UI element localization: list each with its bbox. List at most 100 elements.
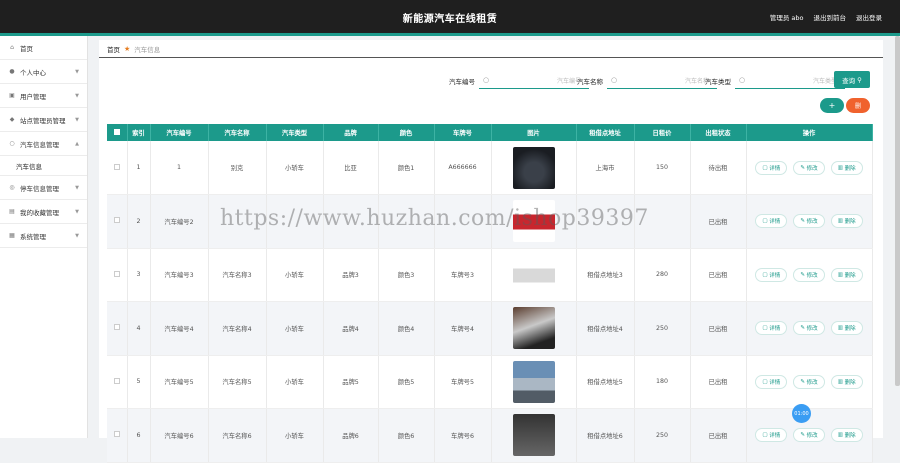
sidebar-subitem-car-info[interactable]: 汽车信息 — [0, 156, 87, 176]
sidebar-item-cars[interactable]: ○ 汽车信息管理 ▲ — [0, 132, 87, 156]
sidebar-item-label: 我的收藏管理 — [20, 208, 59, 217]
doc-icon: ▢ — [762, 325, 768, 332]
delete-button[interactable]: ▥ 删除 — [830, 321, 863, 336]
delete-button[interactable]: ▥ 删除 — [830, 374, 863, 389]
trash-icon: ▥ — [837, 271, 843, 278]
row-checkbox[interactable] — [107, 141, 128, 195]
car-image — [512, 146, 555, 189]
sidebar-item-parking[interactable]: ◎ 停车信息管理 ▼ — [0, 176, 87, 200]
sidebar-item-profile[interactable]: ● 个人中心 ▼ — [0, 60, 87, 84]
edit-button[interactable]: ✎ 修改 — [793, 214, 825, 229]
row-checkbox[interactable] — [107, 301, 128, 356]
detail-button[interactable]: ▢ 详情 — [755, 214, 788, 229]
search-label: 汽车编号 — [449, 77, 475, 86]
sidebar-item-system[interactable]: ▦ 系统管理 ▼ — [0, 224, 87, 248]
chevron-up-icon: ▲ — [75, 140, 79, 147]
edit-button[interactable]: ✎ 修改 — [793, 428, 825, 443]
row-checkbox[interactable] — [107, 194, 128, 249]
col-header: 图片 — [491, 124, 577, 141]
cell-brand: 品牌5 — [323, 355, 379, 409]
search-button[interactable]: 查询 ⚲ — [834, 71, 870, 88]
sidebar-item-label: 首页 — [20, 44, 33, 53]
delete-button[interactable]: ▥ 删除 — [830, 428, 863, 443]
breadcrumb: 首页 ★ 汽车信息 — [99, 40, 883, 58]
select-all-checkbox[interactable] — [107, 124, 128, 141]
trash-icon: ▥ — [837, 378, 843, 385]
cell-status: 已出租 — [690, 194, 747, 249]
col-header: 汽车编号 — [150, 124, 209, 141]
sidebar-item-users[interactable]: ▣ 用户管理 ▼ — [0, 84, 87, 108]
cell-index: 3 — [127, 248, 151, 302]
edit-button[interactable]: ✎ 修改 — [793, 321, 825, 336]
back-to-front-link[interactable]: 退出到前台 — [814, 12, 847, 22]
sidebar-item-label: 站点管理员管理 — [20, 116, 66, 125]
col-header: 车牌号 — [434, 124, 492, 141]
cell-status: 待出租 — [690, 141, 747, 195]
detail-button[interactable]: ▢ 详情 — [755, 160, 788, 175]
cell-addr: 租借点地址5 — [576, 355, 635, 409]
edit-button[interactable]: ✎ 修改 — [793, 267, 825, 282]
cell-index: 4 — [127, 301, 151, 356]
detail-button[interactable]: ▢ 详情 — [755, 428, 788, 443]
star-icon: ▤ — [9, 208, 15, 215]
page-scrollbar[interactable] — [895, 36, 900, 386]
search-input-name[interactable]: ○ 汽车名称 — [607, 73, 717, 89]
row-checkbox[interactable] — [107, 355, 128, 409]
chevron-down-icon: ▼ — [75, 184, 79, 191]
breadcrumb-home[interactable]: 首页 — [107, 44, 120, 54]
logout-link[interactable]: 退出登录 — [856, 12, 882, 22]
doc-icon: ▢ — [762, 164, 768, 171]
search-icon: ○ — [611, 76, 618, 84]
search-field-name: 汽车名称 ○ 汽车名称 — [577, 72, 717, 89]
car-image — [512, 307, 555, 350]
breadcrumb-star-icon: ★ — [124, 44, 131, 53]
sidebar-item-home[interactable]: ⌂ 首页 — [0, 36, 87, 60]
add-button[interactable]: + — [820, 98, 844, 113]
search-input-code[interactable]: ○ 汽车编号 — [479, 73, 589, 89]
cell-plate: A666666 — [434, 141, 492, 195]
search-field-code: 汽车编号 ○ 汽车编号 — [449, 72, 589, 89]
col-header: 日租价 — [634, 124, 691, 141]
detail-button[interactable]: ▢ 详情 — [755, 267, 788, 282]
sidebar: ⌂ 首页 ● 个人中心 ▼ ▣ 用户管理 ▼ ◆ 站点管理员管理 ▼ ○ 汽车信息管理 ▲ 汽车信… — [0, 36, 88, 438]
cell-status: 已出租 — [690, 355, 747, 409]
sidebar-item-label: 汽车信息管理 — [20, 140, 59, 149]
search-icon: ○ — [739, 76, 746, 84]
search-input-type[interactable]: ○ 汽车类型 — [735, 73, 845, 89]
doc-icon: ▢ — [762, 378, 768, 385]
batch-delete-button[interactable]: 删 — [846, 98, 870, 113]
col-header: 索引 — [127, 124, 151, 141]
col-header: 操作 — [746, 124, 873, 141]
pencil-icon: ✎ — [800, 378, 805, 385]
detail-button[interactable]: ▢ 详情 — [755, 374, 788, 389]
detail-button[interactable]: ▢ 详情 — [755, 321, 788, 336]
table-row: 4 汽车编号4 汽车名称4 小轿车 品牌4 颜色4 车牌号4 租借点地址4 250 已出租 ▢ 详… — [107, 301, 873, 356]
row-checkbox[interactable] — [107, 408, 128, 463]
sidebar-item-label: 系统管理 — [20, 232, 46, 241]
delete-button[interactable]: ▥ 删除 — [830, 160, 863, 175]
cell-name: 汽车名称3 — [208, 248, 267, 302]
home-icon: ⌂ — [10, 44, 14, 51]
col-header: 颜色 — [378, 124, 435, 141]
delete-button[interactable]: ▥ 删除 — [830, 214, 863, 229]
cell-index: 1 — [127, 141, 151, 195]
cell-code: 汽车编号2 — [150, 194, 209, 249]
cell-index: 2 — [127, 194, 151, 249]
table-row: 1 1 别克 小轿车 比亚 颜色1 A666666 上海市 150 待出租 ▢ 详情 ✎ 修改 ▥… — [107, 141, 873, 195]
chevron-down-icon: ▼ — [75, 116, 79, 123]
cell-code: 汽车编号4 — [150, 301, 209, 356]
search-label: 汽车名称 — [577, 77, 603, 86]
edit-button[interactable]: ✎ 修改 — [793, 374, 825, 389]
accent-line — [0, 33, 900, 36]
cell-code: 1 — [150, 141, 209, 195]
sidebar-item-favorites[interactable]: ▤ 我的收藏管理 ▼ — [0, 200, 87, 224]
floating-timer-button[interactable]: 01:00 — [792, 404, 811, 423]
sidebar-item-site-admins[interactable]: ◆ 站点管理员管理 ▼ — [0, 108, 87, 132]
row-checkbox[interactable] — [107, 248, 128, 302]
edit-button[interactable]: ✎ 修改 — [793, 160, 825, 175]
delete-button[interactable]: ▥ 删除 — [830, 267, 863, 282]
search-field-type: 汽车类型 ○ 汽车类型 — [705, 72, 845, 89]
cell-name: 汽车名称6 — [208, 408, 267, 463]
search-icon: ⚲ — [857, 75, 862, 84]
col-header: 出租状态 — [690, 124, 747, 141]
